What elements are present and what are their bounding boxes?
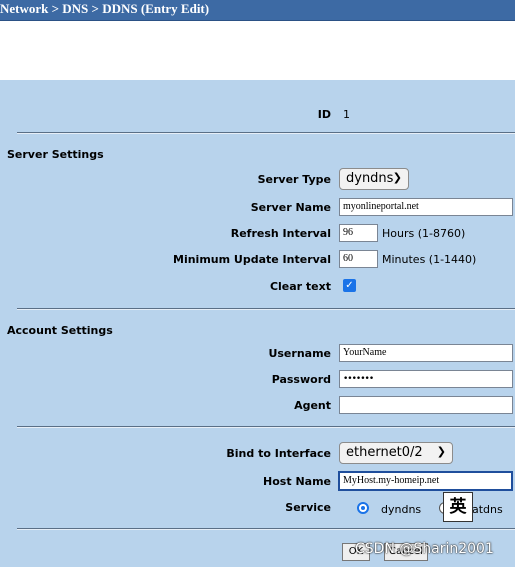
agent-input[interactable]	[339, 396, 513, 414]
service-radio-dyndns[interactable]	[357, 502, 369, 514]
bind-interface-select[interactable]: ethernet0/2 ❯	[339, 442, 453, 464]
ime-indicator: 英	[443, 492, 473, 522]
clear-text-checkbox[interactable]: ✓	[343, 279, 356, 292]
divider	[17, 132, 515, 134]
min-update-interval-input[interactable]: 60	[339, 250, 378, 268]
bind-interface-value: ethernet0/2	[346, 445, 423, 460]
service-option-atdns: atdns	[472, 503, 503, 516]
chevron-down-icon: ❯	[436, 445, 446, 458]
checkmark-icon: ✓	[345, 280, 354, 291]
chevron-down-icon: ❯	[392, 171, 402, 184]
server-settings-heading: Server Settings	[7, 148, 104, 161]
server-name-input[interactable]: myonlineportal.net	[339, 198, 513, 216]
username-label: Username	[268, 347, 331, 360]
bind-interface-label: Bind to Interface	[226, 447, 331, 460]
service-label: Service	[285, 501, 331, 514]
divider	[17, 426, 515, 428]
divider	[17, 528, 515, 530]
refresh-interval-label: Refresh Interval	[230, 227, 331, 240]
min-update-interval-unit: Minutes (1-1440)	[382, 253, 477, 266]
title-bar: Network > DNS > DDNS (Entry Edit)	[0, 0, 515, 21]
server-type-value: dyndns	[346, 171, 394, 186]
id-value: 1	[343, 108, 350, 121]
clear-text-label: Clear text	[269, 280, 331, 293]
host-name-input[interactable]: MyHost.my-homeip.net	[338, 471, 513, 491]
password-input[interactable]: •••••••	[339, 370, 513, 388]
form-panel: ID 1 Server Settings Server Type dyndns …	[0, 80, 515, 567]
server-type-select[interactable]: dyndns ❯	[339, 168, 409, 190]
watermark: CSDN @Sharin2001	[355, 541, 494, 557]
min-update-interval-label: Minimum Update Interval	[173, 253, 331, 266]
divider	[17, 308, 515, 310]
server-name-label: Server Name	[250, 201, 331, 214]
refresh-interval-input[interactable]: 96	[339, 224, 378, 242]
agent-label: Agent	[294, 399, 331, 412]
service-option-dyndns: dyndns	[381, 503, 422, 516]
username-input[interactable]: YourName	[339, 344, 513, 362]
breadcrumb: Network > DNS > DDNS (Entry Edit)	[0, 1, 210, 16]
id-label: ID	[317, 108, 331, 121]
header-blank-area	[0, 21, 515, 80]
account-settings-heading: Account Settings	[7, 324, 113, 337]
server-type-label: Server Type	[257, 173, 331, 186]
refresh-interval-unit: Hours (1-8760)	[382, 227, 466, 240]
host-name-label: Host Name	[263, 475, 331, 488]
password-label: Password	[271, 373, 331, 386]
